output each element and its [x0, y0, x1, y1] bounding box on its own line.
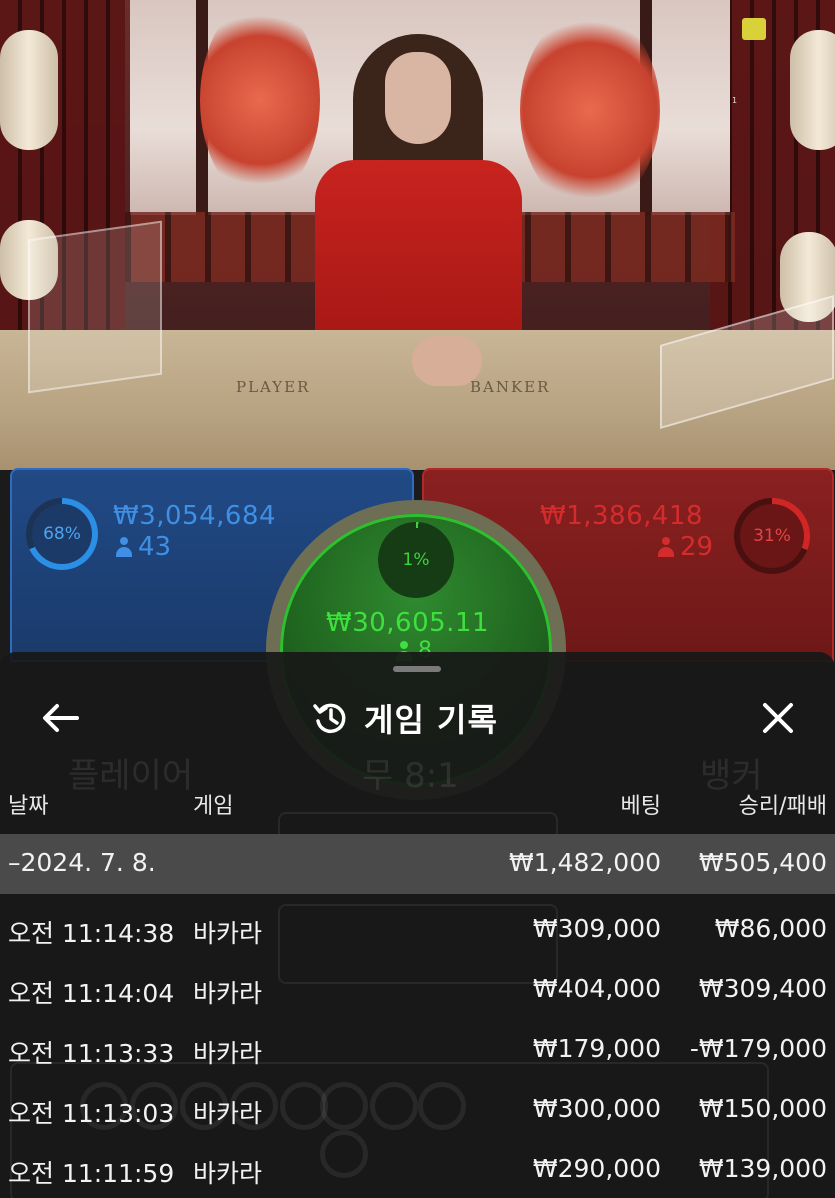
- row-bet: ₩290,000: [532, 1154, 661, 1183]
- row-bet: ₩309,000: [532, 914, 661, 943]
- column-header-game: 게임: [193, 794, 234, 819]
- row-result: -₩179,000: [689, 1034, 827, 1063]
- row-result: ₩150,000: [698, 1094, 827, 1123]
- group-result-total: ₩505,400: [698, 848, 827, 877]
- blossom-decoration: [200, 0, 320, 200]
- row-game: 바카라: [193, 1099, 263, 1128]
- row-game: 바카라: [193, 1159, 263, 1188]
- ghost-player-label: 플레이어: [68, 756, 194, 796]
- camera-tag: [742, 18, 766, 40]
- player-count-value: 43: [138, 532, 172, 562]
- tie-percent-ring: 1%: [378, 522, 454, 598]
- history-row[interactable]: 오전 11:11:59 바카라 ₩290,000 ₩139,000: [0, 1140, 835, 1198]
- corner-marker: 1: [732, 96, 738, 105]
- lantern-decoration: [0, 30, 58, 150]
- lantern-decoration: [790, 30, 835, 150]
- banker-bettor-count: 29: [658, 532, 713, 562]
- history-row[interactable]: 오전 11:14:04 바카라 ₩404,000 ₩309,400: [0, 960, 835, 1020]
- row-result: ₩309,400: [698, 974, 827, 1003]
- row-game: 바카라: [193, 979, 263, 1008]
- tie-total-amount: ₩30,605.11: [326, 608, 490, 638]
- player-percent: 68%: [32, 504, 92, 564]
- back-arrow-icon: [43, 704, 79, 732]
- sheet-drag-handle[interactable]: [393, 666, 441, 672]
- banker-count-value: 29: [680, 532, 714, 562]
- dealer-face: [385, 52, 451, 144]
- banker-total-amount: ₩1,386,418: [540, 501, 704, 531]
- row-result: ₩86,000: [714, 914, 827, 943]
- betting-panel: 68% ₩3,054,684 43 31% ₩1,386,418 29 1% ₩…: [0, 468, 835, 800]
- group-bet-total: ₩1,482,000: [509, 848, 661, 877]
- player-bettor-count: 43: [116, 532, 171, 562]
- row-time: 오전 11:13:03: [8, 1099, 175, 1128]
- row-time: 오전 11:13:33: [8, 1039, 175, 1068]
- row-time: 오전 11:14:38: [8, 919, 175, 948]
- person-icon: [658, 537, 674, 557]
- history-row[interactable]: 오전 11:13:03 바카라 ₩300,000 ₩150,000: [0, 1080, 835, 1140]
- history-row[interactable]: 오전 11:13:33 바카라 ₩179,000 -₩179,000: [0, 1020, 835, 1080]
- group-date: –2024. 7. 8.: [8, 848, 156, 877]
- row-result: ₩139,000: [698, 1154, 827, 1183]
- tie-percent: 1%: [384, 528, 448, 592]
- column-header-date: 날짜: [8, 794, 49, 819]
- player-total-amount: ₩3,054,684: [113, 501, 277, 531]
- close-icon: [763, 703, 793, 733]
- game-history-sheet: 플레이어 무 8:1 뱅커 게임 기록 날짜 게임 베팅 승리/패배 –2024…: [0, 652, 835, 1198]
- player-percent-ring: 68%: [26, 498, 98, 570]
- table-banker-label: BANKER: [470, 378, 551, 396]
- row-time: 오전 11:14:04: [8, 979, 175, 1008]
- row-bet: ₩300,000: [532, 1094, 661, 1123]
- history-row[interactable]: 오전 11:14:38 바카라 ₩309,000 ₩86,000: [0, 900, 835, 960]
- live-dealer-video: 1 PLAYER BANKER: [0, 0, 835, 470]
- ghost-tie-label: 무 8:1: [362, 756, 459, 796]
- sheet-title: 게임 기록: [364, 701, 498, 739]
- row-game: 바카라: [193, 1039, 263, 1068]
- card-discard-tray: [28, 220, 162, 394]
- row-game: 바카라: [193, 919, 263, 948]
- row-bet: ₩404,000: [532, 974, 661, 1003]
- history-icon: [313, 703, 346, 734]
- back-button[interactable]: [38, 696, 82, 740]
- close-button[interactable]: [756, 696, 800, 740]
- banker-percent: 31%: [740, 504, 804, 568]
- column-header-result: 승리/패배: [738, 794, 827, 819]
- row-time: 오전 11:11:59: [8, 1159, 175, 1188]
- sheet-header: 게임 기록: [312, 696, 498, 740]
- column-header-bet: 베팅: [620, 794, 661, 819]
- table-player-label: PLAYER: [236, 378, 311, 396]
- row-bet: ₩179,000: [532, 1034, 661, 1063]
- date-group-row[interactable]: –2024. 7. 8. ₩1,482,000 ₩505,400: [0, 834, 835, 894]
- banker-percent-ring: 31%: [734, 498, 810, 574]
- blossom-decoration: [520, 10, 660, 210]
- person-icon: [116, 537, 132, 557]
